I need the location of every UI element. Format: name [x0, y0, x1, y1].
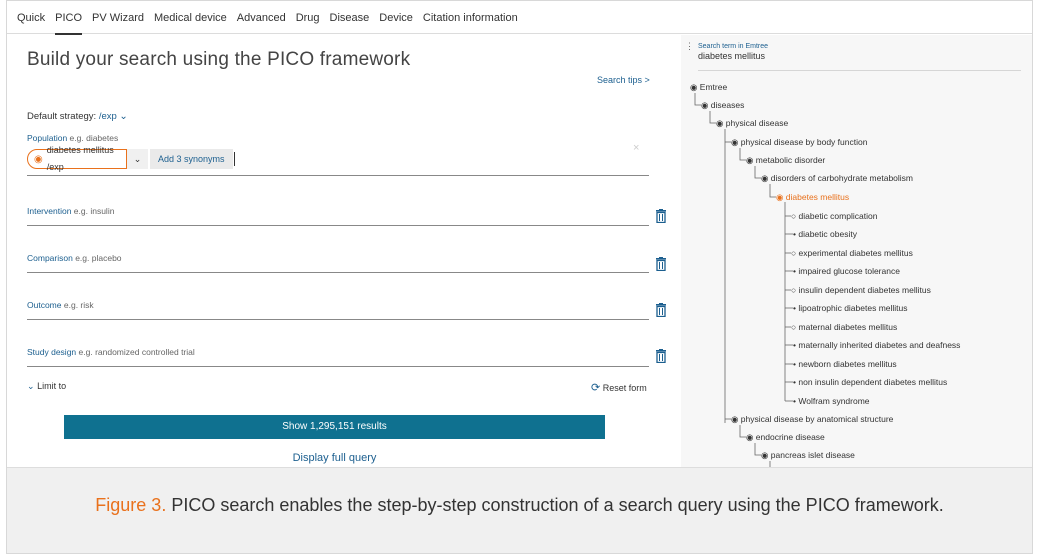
tree-node[interactable]: ◉ Emtree — [690, 82, 727, 93]
default-strategy: Default strategy: /exp ⌄ — [27, 111, 128, 122]
tree-node[interactable]: ○ insulin dependent diabetes mellitus — [791, 285, 931, 295]
tab-device[interactable]: Device — [379, 1, 413, 34]
tree-node-selected[interactable]: ◉ diabetes mellitus — [776, 192, 849, 203]
target-icon: ◉ — [701, 100, 709, 110]
tree-node[interactable]: ◉ physical disease by body function — [731, 137, 867, 148]
target-icon: ◉ — [761, 450, 769, 460]
tree-node[interactable]: • non insulin dependent diabetes mellitu… — [793, 377, 947, 387]
bullet-icon: • — [793, 396, 796, 406]
limit-to-toggle[interactable]: ⌄ Limit to — [27, 381, 66, 392]
tab-disease[interactable]: Disease — [330, 1, 370, 34]
target-icon: ◉ — [690, 82, 698, 92]
search-tips-link[interactable]: Search tips > — [597, 75, 650, 85]
tab-medical-device[interactable]: Medical device — [154, 1, 227, 34]
tree-node[interactable]: ○ diabetic complication — [791, 211, 877, 221]
open-circle-icon: ○ — [791, 211, 797, 221]
add-synonyms-button[interactable]: Add 3 synonyms — [150, 149, 233, 169]
tree-node[interactable]: • maternally inherited diabetes and deaf… — [793, 340, 960, 350]
trash-icon[interactable] — [655, 257, 667, 271]
pico-form: Build your search using the PICO framewo… — [7, 35, 679, 467]
chip-dropdown-button[interactable]: ⌄ — [127, 149, 148, 169]
outcome-input[interactable]: Outcome e.g. risk — [27, 300, 649, 320]
target-icon: ◉ — [761, 173, 769, 183]
target-icon: ◉ — [746, 155, 754, 165]
chevron-down-icon: ⌄ — [27, 381, 35, 391]
page-title: Build your search using the PICO framewo… — [27, 49, 411, 70]
tab-drug[interactable]: Drug — [296, 1, 320, 34]
target-icon: ◉ — [776, 192, 784, 202]
tree-node[interactable]: ◉ physical disease — [716, 118, 788, 129]
reset-form-button[interactable]: ⟳ Reset form — [591, 381, 647, 394]
tab-pv-wizard[interactable]: PV Wizard — [92, 1, 144, 34]
intervention-input[interactable]: Intervention e.g. insulin — [27, 206, 649, 226]
strategy-select[interactable]: /exp ⌄ — [99, 111, 128, 122]
tree-node[interactable]: • lipoatrophic diabetes mellitus — [793, 303, 908, 313]
tab-quick[interactable]: Quick — [17, 1, 45, 34]
term-chip[interactable]: ◉ diabetes mellitus /exp — [27, 145, 127, 172]
trash-icon[interactable] — [655, 303, 667, 317]
strategy-label: Default strategy: — [27, 111, 97, 122]
figure-caption: Figure 3. PICO search enables the step-b… — [7, 467, 1032, 553]
tree-node[interactable]: • newborn diabetes mellitus — [793, 359, 897, 369]
open-circle-icon: ○ — [791, 285, 797, 295]
target-icon: ◉ — [34, 153, 43, 165]
chevron-down-icon: ⌄ — [119, 111, 128, 122]
tree-node[interactable]: ◉ diseases — [701, 100, 744, 111]
tree-node[interactable]: ○ experimental diabetes mellitus — [791, 248, 913, 258]
target-icon: ◉ — [731, 414, 739, 424]
tree-node[interactable]: ○ maternal diabetes mellitus — [791, 322, 897, 332]
search-tabs: Quick PICO PV Wizard Medical device Adva… — [7, 1, 1032, 35]
bullet-icon: • — [793, 377, 796, 387]
display-full-query-link[interactable]: Display full query — [7, 452, 662, 464]
trash-icon[interactable] — [655, 349, 667, 363]
bullet-icon: • — [793, 340, 796, 350]
tree-node[interactable]: ◉ pancreas islet disease — [761, 450, 855, 461]
emtree-panel: ⋮ Search term in Emtree diabetes mellitu… — [681, 35, 1032, 467]
tree-node[interactable]: • diabetic obesity — [793, 229, 857, 239]
refresh-icon: ⟳ — [591, 382, 601, 394]
tree-node[interactable]: • Wolfram syndrome — [793, 396, 870, 406]
population-input[interactable]: ◉ diabetes mellitus /exp ⌄ Add 3 synonym… — [27, 142, 649, 176]
app-frame: Quick PICO PV Wizard Medical device Adva… — [6, 0, 1033, 554]
caption-text: PICO search enables the step-by-step con… — [171, 495, 944, 515]
chip-label: diabetes mellitus /exp — [46, 145, 114, 172]
bullet-icon: • — [793, 266, 796, 276]
text-caret — [234, 152, 235, 166]
tree-node[interactable]: ◉ physical disease by anatomical structu… — [731, 414, 893, 425]
tab-advanced[interactable]: Advanced — [237, 1, 286, 34]
target-icon: ◉ — [746, 432, 754, 442]
study-design-input[interactable]: Study design e.g. randomized controlled … — [27, 347, 649, 367]
bullet-icon: • — [793, 359, 796, 369]
figure-number: Figure 3. — [95, 495, 167, 515]
target-icon: ◉ — [731, 137, 739, 147]
tree-node[interactable]: • impaired glucose tolerance — [793, 266, 900, 276]
open-circle-icon: ○ — [791, 322, 797, 332]
bullet-icon: • — [793, 229, 796, 239]
comparison-input[interactable]: Comparison e.g. placebo — [27, 253, 649, 273]
bullet-icon: • — [793, 303, 796, 313]
tab-citation-information[interactable]: Citation information — [423, 1, 518, 34]
tree-node[interactable]: ◉ endocrine disease — [746, 432, 825, 443]
tree-node[interactable]: ◉ disorders of carbohydrate metabolism — [761, 173, 913, 184]
chevron-down-icon: ⌄ — [133, 154, 142, 164]
open-circle-icon: ○ — [791, 248, 797, 258]
trash-icon[interactable] — [655, 209, 667, 223]
tab-pico[interactable]: PICO — [55, 1, 82, 35]
show-results-button[interactable]: Show 1,295,151 results — [64, 415, 605, 439]
target-icon: ◉ — [716, 118, 724, 128]
tree-node[interactable]: ◉ metabolic disorder — [746, 155, 825, 166]
clear-icon[interactable]: × — [633, 142, 639, 154]
